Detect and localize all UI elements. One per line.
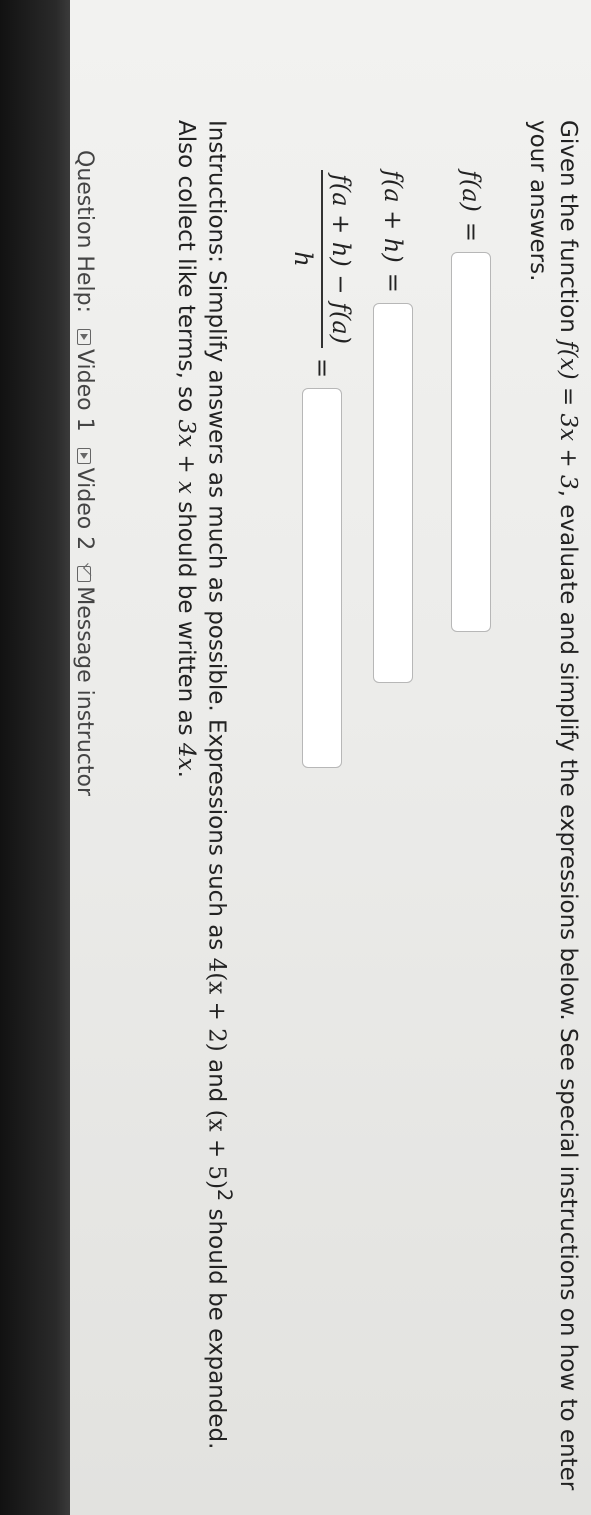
part-f-a-label: f(a) bbox=[457, 170, 485, 212]
instructions-text-5: . bbox=[173, 770, 200, 778]
instructions-expr-3: 3x + x bbox=[173, 419, 200, 494]
message-instructor-link[interactable]: Message instructor bbox=[72, 566, 97, 796]
message-instructor-label: Message instructor bbox=[72, 586, 97, 797]
video-1-label: Video 1 bbox=[72, 348, 97, 432]
question-help-bar: Question Help: Video 1 Video 2 Message i… bbox=[72, 150, 97, 796]
difference-quotient-fraction: f(a + h) − f(a) h bbox=[289, 170, 355, 349]
question-panel: Given the function f(x) = 3x + 3, evalua… bbox=[70, 0, 591, 1515]
difference-quotient-denominator: h bbox=[289, 251, 317, 267]
instructions-text-2: and bbox=[203, 1051, 230, 1110]
video-play-icon bbox=[77, 447, 92, 464]
question-text: Given the function f(x) = 3x + 3, evalua… bbox=[523, 120, 583, 1510]
instructions-expr-1: 4(x + 2) bbox=[203, 957, 230, 1052]
screen-bezel bbox=[0, 0, 70, 1515]
function-expression: f(x) = 3x + 3 bbox=[555, 340, 581, 490]
equals-sign: = bbox=[457, 221, 485, 243]
video-2-link[interactable]: Video 2 bbox=[72, 447, 97, 551]
answer-difference-quotient-input[interactable] bbox=[302, 388, 342, 769]
part-f-a-plus-h: f(a + h) = bbox=[373, 170, 413, 683]
video-1-link[interactable]: Video 1 bbox=[72, 328, 97, 432]
instructions-expr-4: 4x bbox=[173, 742, 200, 771]
difference-quotient-numerator: f(a + h) − f(a) bbox=[321, 170, 355, 349]
part-f-a: f(a) = bbox=[451, 170, 491, 633]
special-instructions: Instructions: Simplify answers as much a… bbox=[171, 120, 239, 1500]
part-f-a-plus-h-label: f(a + h) bbox=[379, 170, 407, 263]
part-difference-quotient: f(a + h) − f(a) h = bbox=[289, 170, 355, 769]
equals-sign: = bbox=[308, 358, 336, 379]
instructions-expr-2-exponent: 2 bbox=[213, 1189, 236, 1202]
equals-sign: = bbox=[379, 272, 407, 293]
question-help-label: Question Help: bbox=[72, 150, 97, 313]
video-2-label: Video 2 bbox=[72, 467, 97, 551]
instructions-text-4: should be written as bbox=[173, 493, 200, 743]
video-play-icon bbox=[77, 328, 92, 345]
answer-f-a-plus-h-input[interactable] bbox=[373, 302, 413, 683]
instructions-text-1: Instructions: Simplify answers as much a… bbox=[203, 120, 230, 958]
intro-prefix: Given the function bbox=[555, 120, 581, 341]
answer-f-a-input[interactable] bbox=[451, 252, 491, 633]
instructions-expr-2: (x + 5) bbox=[203, 1109, 230, 1190]
envelope-icon bbox=[77, 566, 92, 583]
